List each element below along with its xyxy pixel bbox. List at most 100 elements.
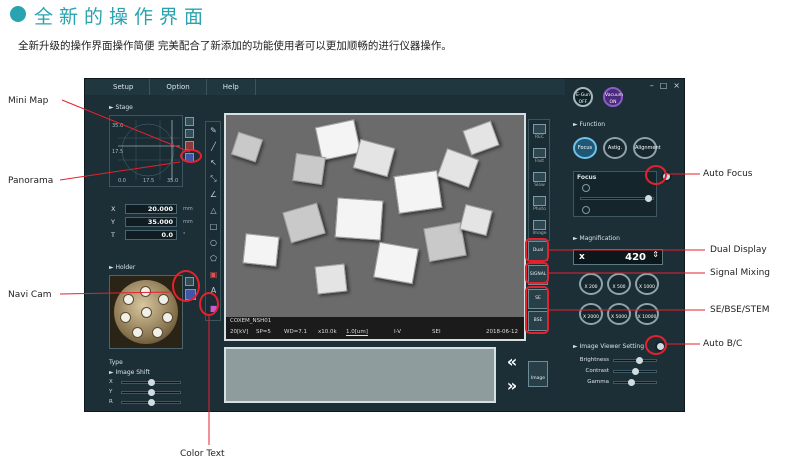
circle-icon[interactable]: ○ (209, 238, 218, 247)
sample-slot[interactable] (123, 294, 134, 305)
image-folder-button[interactable]: Image (528, 361, 548, 387)
sample-slot[interactable] (120, 312, 131, 323)
image-shift-r-slider[interactable] (121, 398, 181, 406)
stage-y-label: Y (111, 218, 115, 226)
slider-knob[interactable] (148, 388, 155, 396)
mini-map-tick: 17.5 (112, 149, 124, 155)
sample-slot[interactable] (152, 327, 163, 338)
alignment-button[interactable]: Alignment (633, 137, 661, 159)
slider-knob[interactable] (636, 356, 643, 364)
mini-map-highlight (180, 149, 202, 163)
image-shift-y-slider[interactable] (121, 388, 181, 396)
image-viewer-setting-label: ► Image Viewer Setting (573, 343, 645, 350)
dual-display-highlight (525, 238, 549, 262)
polygon-icon[interactable]: ⬠ (209, 254, 218, 263)
coarse-fine-toggle[interactable] (582, 184, 590, 192)
zoom-200-button[interactable]: X 200 (579, 273, 603, 295)
zoom-5000-button[interactable]: X 5000 (607, 303, 631, 325)
menu-bar: Setup Option Help (85, 79, 565, 95)
image-shift-x-slider[interactable] (121, 378, 181, 386)
slow-scan-icon[interactable]: Slow (532, 172, 547, 188)
egun-button[interactable]: E-Gun OFF (573, 87, 593, 107)
zoom-500-button[interactable]: X 500 (607, 273, 631, 295)
zoom-in-icon[interactable] (185, 129, 194, 138)
auto-focus-highlight (645, 165, 667, 185)
gamma-label: Gamma (587, 379, 609, 385)
fast-scan-icon[interactable]: Fast (532, 148, 547, 164)
magnification-label: ► Magnification (573, 235, 620, 242)
slider-knob[interactable] (645, 195, 652, 202)
angle-icon[interactable]: ∠ (209, 190, 218, 199)
image-wd: WD=7.1 (284, 329, 308, 335)
crystal (462, 120, 500, 156)
thumb-next-button[interactable]: » (501, 375, 523, 399)
fast-label: Fast (534, 159, 545, 164)
focus-button[interactable]: Focus (573, 137, 597, 159)
function-label: ► Function (573, 121, 606, 128)
mini-map[interactable]: 35.0 17.5 0.0 17.5 35.0 (109, 115, 183, 187)
text-box-icon[interactable]: ▣ (209, 270, 218, 279)
vacuum-button[interactable]: Vacuum ON (603, 87, 623, 107)
sample-slot[interactable] (140, 286, 151, 297)
image-icon[interactable]: Image (532, 220, 547, 236)
stage-t-input[interactable]: 0.0 (125, 230, 177, 240)
focus-title: Focus (577, 174, 597, 181)
zoom-10000-button[interactable]: X 10000 (635, 303, 659, 325)
callout-auto-bc: Auto B/C (703, 339, 743, 349)
stage-x-input[interactable]: 20.000 (125, 204, 177, 214)
callout-dual-display: Dual Display (710, 245, 767, 255)
gamma-slider[interactable] (613, 378, 657, 386)
slider-knob[interactable] (148, 378, 155, 386)
image-mag: x10.0k (318, 329, 337, 335)
mini-map-tick: 0.0 (118, 178, 126, 184)
zoom-2000-button[interactable]: X 2000 (579, 303, 603, 325)
stage-t-unit: ° (183, 232, 186, 238)
thumbnail-strip[interactable] (224, 347, 496, 403)
magnification-stepper-icon[interactable]: ⇕ (652, 250, 659, 259)
image-shift-x-label: X (109, 379, 113, 385)
stage-t-row: T 0.0 ° (111, 230, 186, 240)
contrast-slider[interactable] (613, 367, 657, 375)
focus-slider[interactable] (580, 195, 654, 202)
crystal (242, 233, 280, 267)
holder-type-label: Type (109, 359, 123, 366)
crystal (314, 119, 362, 161)
stage-y-input[interactable]: 35.000 (125, 217, 177, 227)
wobble-toggle[interactable] (582, 206, 590, 214)
stage-label: ► Stage (109, 104, 133, 111)
crystal (334, 197, 384, 241)
menu-option[interactable]: Option (150, 79, 207, 95)
signal-mixing-highlight (525, 262, 549, 284)
brightness-slider[interactable] (613, 356, 657, 364)
control-panel: E-Gun OFF Vacuum ON ► Function Focus Ast… (569, 79, 684, 411)
mini-map-tool-icon[interactable] (185, 117, 194, 126)
sem-image-viewer[interactable]: COXEM_NSH01 20[kV] SP=5 WD=7.1 x10.0k 1.… (224, 113, 526, 341)
magnification-field[interactable]: x 420 ⇕ (573, 249, 663, 265)
auto-bc-highlight (645, 335, 667, 355)
thumb-prev-button[interactable]: « (501, 351, 523, 375)
arrow-both-icon[interactable]: ⤡ (209, 174, 218, 183)
sample-slot[interactable] (162, 312, 173, 323)
image-date: 2018-06-12 (486, 329, 518, 335)
image-glyph (533, 220, 546, 230)
zoom-1000-button[interactable]: X 1000 (635, 273, 659, 295)
rectangle-icon[interactable]: □ (209, 222, 218, 231)
slider-knob[interactable] (148, 398, 155, 406)
arrow-icon[interactable]: ↖ (209, 158, 218, 167)
photo-icon[interactable]: Photo (532, 196, 547, 212)
slider-knob[interactable] (628, 378, 635, 386)
holder-label: ► Holder (109, 264, 136, 271)
menu-setup[interactable]: Setup (85, 79, 151, 95)
line-icon[interactable]: ╱ (209, 142, 218, 151)
astig-button[interactable]: Astig. (603, 137, 627, 159)
capture-toolbar: REC Fast Slow Photo Image (528, 119, 550, 241)
slider-knob[interactable] (632, 367, 639, 375)
sample-slot[interactable] (141, 307, 152, 318)
menu-help[interactable]: Help (207, 79, 256, 95)
measure-icon[interactable]: ✎ (209, 126, 218, 135)
sample-slot[interactable] (132, 327, 143, 338)
triangle-icon[interactable]: △ (209, 206, 218, 215)
mini-map-tick: 35.0 (167, 178, 179, 184)
sample-slot[interactable] (158, 294, 169, 305)
rec-icon[interactable]: REC (532, 124, 547, 140)
